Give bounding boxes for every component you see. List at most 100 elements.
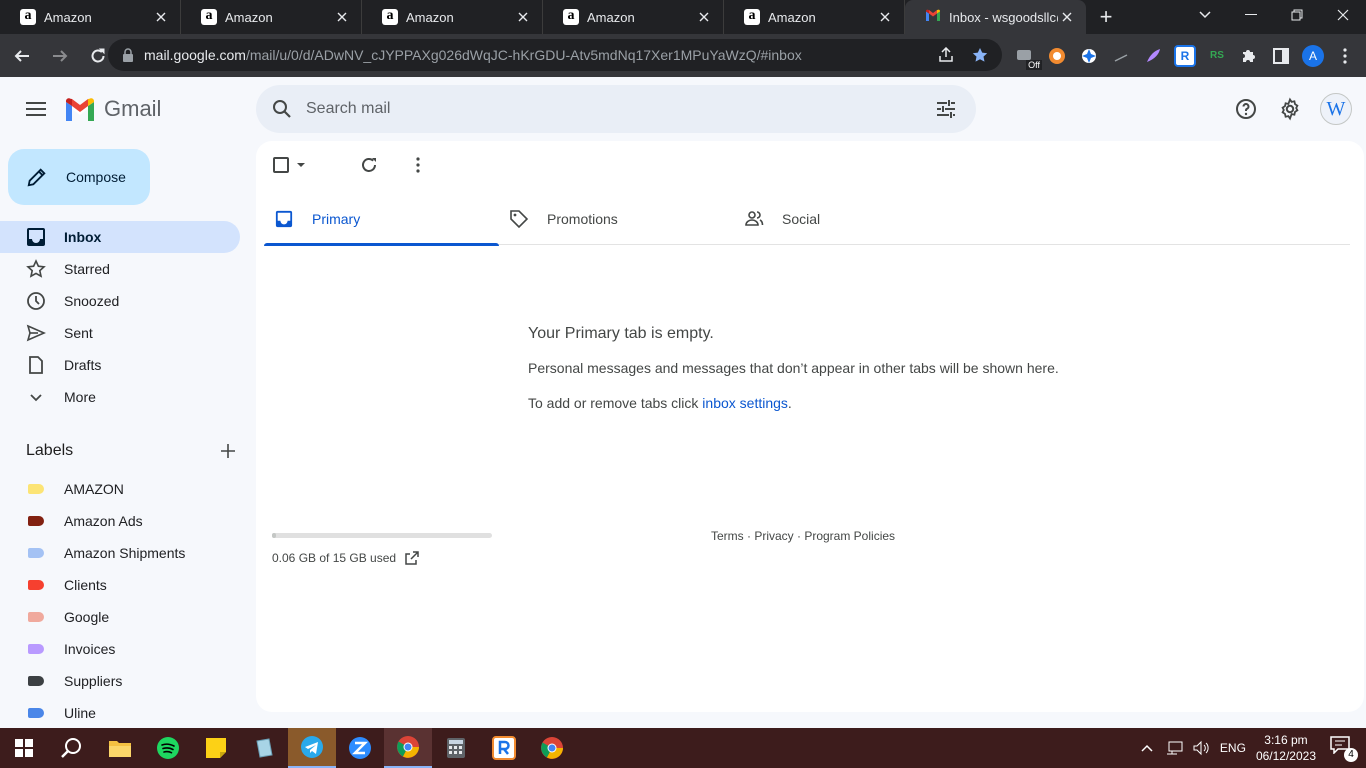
open-external-icon[interactable]	[404, 550, 420, 566]
chrome-menu-icon[interactable]	[1334, 45, 1356, 67]
select-all-checkbox[interactable]	[272, 156, 306, 174]
clock[interactable]: 3:16 pm 06/12/2023	[1256, 732, 1316, 764]
taskbar-search-icon	[61, 738, 81, 758]
tab-promotions[interactable]: Promotions	[499, 193, 734, 245]
taskbar-chrome[interactable]	[528, 728, 576, 768]
tab-label: Promotions	[547, 211, 618, 227]
storage-meter: 0.06 GB of 15 GB used	[272, 533, 492, 566]
list-toolbar	[272, 151, 420, 179]
support-button[interactable]	[1224, 87, 1268, 131]
more-options-icon[interactable]	[416, 157, 420, 173]
extensions-puzzle-icon[interactable]	[1238, 45, 1260, 67]
taskbar-calculator[interactable]	[432, 728, 480, 768]
start-button[interactable]	[0, 728, 48, 768]
side-panel-icon[interactable]	[1270, 45, 1292, 67]
extension-rs-icon[interactable]: RS	[1206, 45, 1228, 67]
taskbar-zoom[interactable]	[336, 728, 384, 768]
sidebar-item-snoozed[interactable]: Snoozed	[0, 285, 240, 317]
label-item[interactable]: Suppliers	[0, 665, 256, 697]
notepad-icon	[256, 738, 273, 758]
search-icon[interactable]	[270, 97, 294, 121]
label-item[interactable]: AMAZON	[0, 473, 256, 505]
browser-tab[interactable]: a Amazon	[724, 0, 905, 34]
send-icon	[26, 323, 46, 343]
volume-icon[interactable]	[1192, 740, 1210, 756]
main-menu-button[interactable]	[22, 95, 50, 123]
search-input[interactable]	[306, 100, 906, 118]
browser-tab[interactable]: a Amazon	[543, 0, 724, 34]
label-item[interactable]: Invoices	[0, 633, 256, 665]
minimize-button[interactable]	[1228, 0, 1274, 30]
browser-tab[interactable]: Inbox - wsgoodsllc@	[905, 0, 1086, 34]
zoom-z-icon	[349, 737, 371, 759]
browser-tab-title: Inbox - wsgoodsllc@	[949, 9, 1058, 25]
taskbar-r-app[interactable]	[480, 728, 528, 768]
label-item[interactable]: Amazon Shipments	[0, 537, 256, 569]
extension-arrow-icon[interactable]	[1110, 45, 1132, 67]
taskbar-file-explorer[interactable]	[96, 728, 144, 768]
tab-search-button[interactable]	[1192, 0, 1218, 30]
label-item[interactable]: Google	[0, 601, 256, 633]
refresh-icon[interactable]	[360, 156, 378, 174]
gmail-logo[interactable]: Gmail	[64, 96, 161, 122]
close-tab-icon[interactable]	[333, 9, 351, 25]
clock-icon	[26, 291, 46, 311]
sidebar-item-starred[interactable]: Starred	[0, 253, 240, 285]
extension-feather-icon[interactable]	[1142, 45, 1164, 67]
taskbar-sticky-notes[interactable]	[192, 728, 240, 768]
account-avatar[interactable]: W	[1320, 93, 1352, 125]
input-language[interactable]: ENG	[1220, 741, 1246, 755]
sidebar-item-drafts[interactable]: Drafts	[0, 349, 240, 381]
close-tab-icon[interactable]	[695, 9, 713, 25]
share-icon[interactable]	[938, 47, 954, 63]
sidebar-item-sent[interactable]: Sent	[0, 317, 240, 349]
close-window-button[interactable]	[1320, 0, 1366, 30]
chevron-up-icon[interactable]	[1140, 741, 1154, 755]
new-tab-button[interactable]: +	[1086, 0, 1126, 34]
label-tag-icon	[28, 676, 44, 686]
bookmark-star-icon[interactable]	[972, 47, 988, 63]
settings-button[interactable]	[1268, 87, 1312, 131]
notification-center-button[interactable]: 4	[1330, 736, 1358, 762]
tab-primary[interactable]: Primary	[264, 193, 499, 246]
taskbar-chrome-active[interactable]	[384, 728, 432, 768]
taskbar-telegram[interactable]	[288, 728, 336, 768]
search-options-icon[interactable]	[934, 97, 958, 121]
restore-button[interactable]	[1274, 0, 1320, 30]
label-name: Clients	[64, 577, 107, 593]
extension-r-icon[interactable]: R	[1174, 44, 1196, 67]
close-tab-icon[interactable]	[1058, 9, 1076, 25]
forward-button[interactable]	[44, 40, 76, 72]
label-item[interactable]: Amazon Ads	[0, 505, 256, 537]
back-button[interactable]	[6, 40, 38, 72]
compose-button[interactable]: Compose	[8, 149, 150, 205]
network-icon[interactable]	[1166, 740, 1184, 756]
extension-orange-icon[interactable]	[1046, 45, 1068, 67]
browser-tab[interactable]: a Amazon	[362, 0, 543, 34]
label-item[interactable]: Uline	[0, 697, 256, 729]
plus-icon[interactable]	[220, 443, 236, 459]
search-bar[interactable]	[256, 85, 976, 133]
close-tab-icon[interactable]	[152, 9, 170, 25]
footer-links[interactable]: Terms · Privacy · Program Policies	[711, 529, 895, 543]
address-bar[interactable]: mail.google.com/mail/u/0/d/ADwNV_cJYPPAX…	[108, 39, 1002, 71]
label-item[interactable]: Clients	[0, 569, 256, 601]
close-tab-icon[interactable]	[876, 9, 894, 25]
url-path: /mail/u/0/d/ADwNV_cJYPPAXg026dWqJC-hKrGD…	[245, 47, 802, 63]
taskbar-spotify[interactable]	[144, 728, 192, 768]
caret-down-icon[interactable]	[296, 162, 306, 168]
browser-tab[interactable]: a Amazon	[0, 0, 181, 34]
taskbar-notepad[interactable]	[240, 728, 288, 768]
sticky-note-icon	[206, 738, 226, 758]
label-name: Amazon Ads	[64, 513, 143, 529]
sidebar-item-inbox[interactable]: Inbox	[0, 221, 240, 253]
close-tab-icon[interactable]	[514, 9, 532, 25]
extension-blue-icon[interactable]	[1078, 45, 1100, 67]
inbox-settings-link[interactable]: inbox settings	[702, 395, 788, 411]
taskbar-search-button[interactable]	[48, 728, 96, 768]
extension-off-icon[interactable]: Off	[1014, 45, 1042, 70]
sidebar-item-more[interactable]: More	[0, 381, 240, 413]
browser-tab[interactable]: a Amazon	[181, 0, 362, 34]
tab-social[interactable]: Social	[734, 193, 969, 245]
chrome-profile-avatar[interactable]: A	[1302, 44, 1324, 67]
